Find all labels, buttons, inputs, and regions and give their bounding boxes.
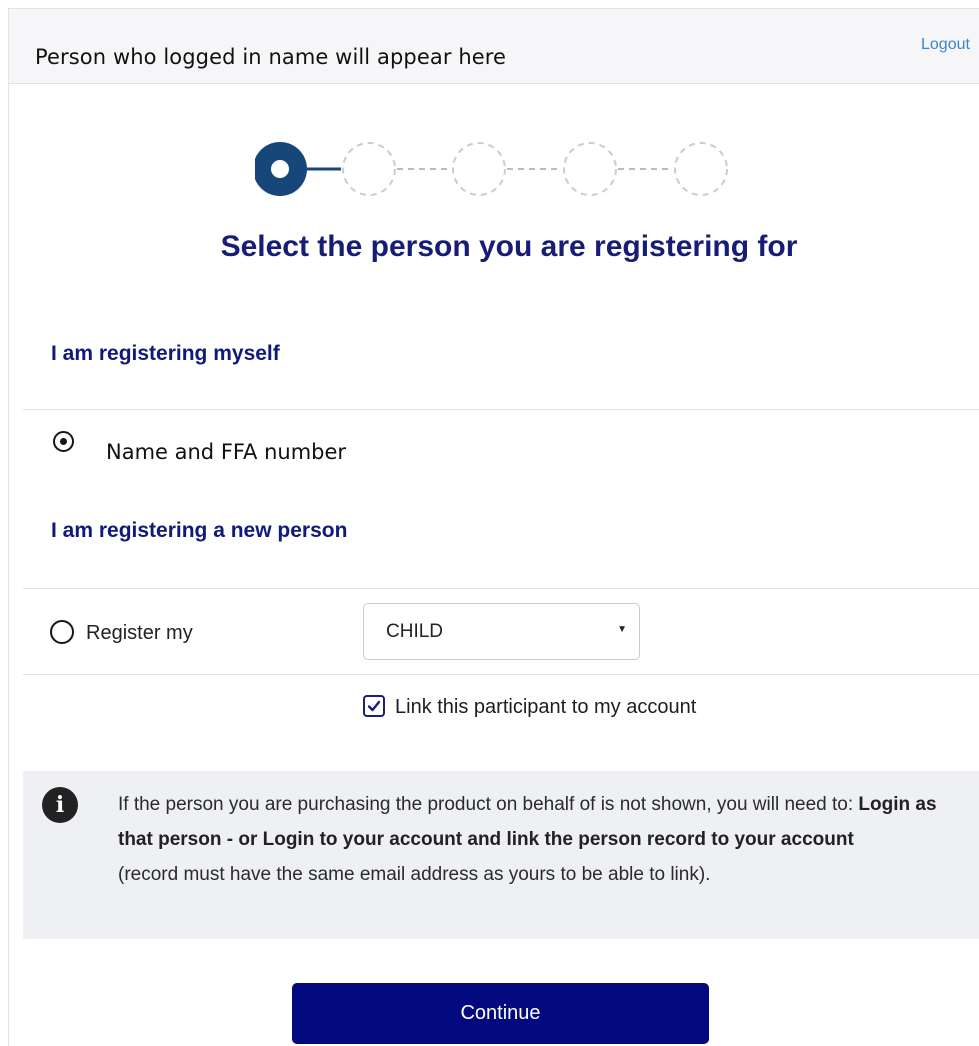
step-3: [452, 142, 506, 196]
link-account-label: Link this participant to my account: [395, 696, 697, 718]
self-section-heading: I am registering myself: [51, 342, 280, 365]
step-4: [563, 142, 617, 196]
logged-in-user-name: Person who logged in name will appear he…: [35, 45, 507, 69]
self-radio-button[interactable]: [53, 431, 74, 452]
progress-stepper: [255, 142, 728, 196]
info-message: If the person you are purchasing the pro…: [118, 787, 970, 892]
page-title: Select the person you are registering fo…: [220, 230, 798, 263]
checkmark-icon: [367, 700, 381, 712]
relation-select[interactable]: CHILD ▼: [363, 603, 640, 660]
divider: [23, 409, 979, 410]
self-option-label: Name and FFA number: [106, 440, 347, 464]
top-bar: Person who logged in name will appear he…: [9, 9, 979, 84]
chevron-down-icon: ▼: [617, 624, 627, 635]
relation-select-value: CHILD: [386, 621, 444, 642]
divider: [23, 674, 979, 675]
step-1-inner: [271, 160, 289, 178]
register-my-label: Register my: [86, 622, 193, 644]
continue-button[interactable]: Continue: [292, 983, 709, 1044]
info-text-note: (record must have the same email address…: [118, 864, 711, 885]
register-my-radio-button[interactable]: [50, 620, 74, 644]
step-5: [674, 142, 728, 196]
new-person-section-heading: I am registering a new person: [51, 519, 348, 542]
info-text-intro: If the person you are purchasing the pro…: [118, 794, 859, 815]
info-panel: i If the person you are purchasing the p…: [23, 771, 979, 939]
info-icon: i: [42, 787, 78, 823]
link-account-checkbox[interactable]: [363, 695, 385, 717]
page-frame: Person who logged in name will appear he…: [8, 8, 979, 1046]
logout-link[interactable]: Logout: [921, 36, 970, 54]
step-2: [342, 142, 396, 196]
divider: [23, 588, 979, 589]
